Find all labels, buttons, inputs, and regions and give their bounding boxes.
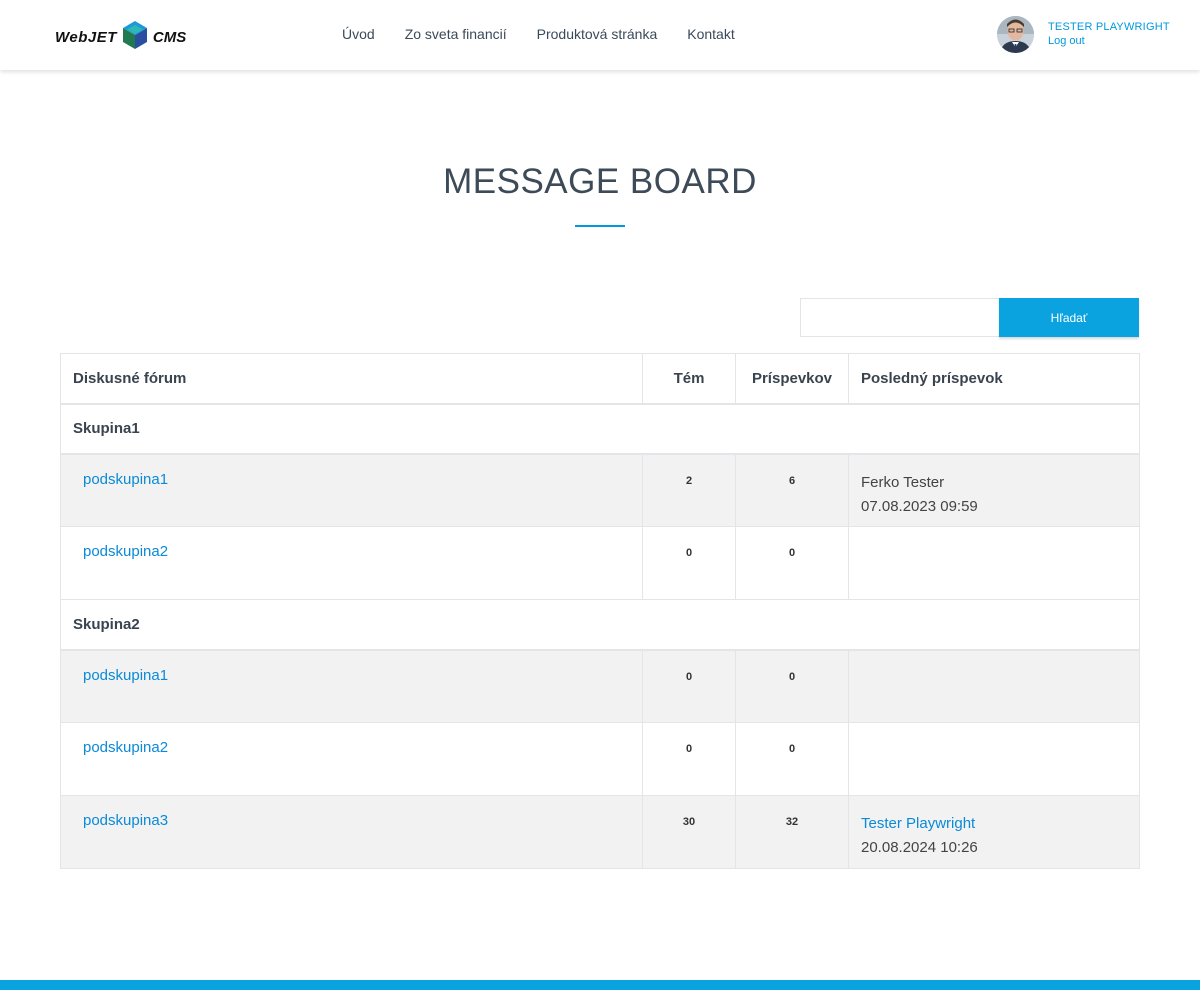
topics-count: 30 [642,795,736,869]
last-post-date: 20.08.2024 10:26 [861,839,978,856]
header-forum: Diskusné fórum [60,353,643,405]
avatar[interactable] [997,16,1034,53]
group-name: Skupina1 [60,403,1140,455]
webjet-logo[interactable]: WebJET CMS [55,20,187,54]
table-row: podskupina2 0 0 [60,722,1140,796]
search-input[interactable] [800,298,999,337]
last-post-cell [848,722,1140,796]
group-name: Skupina2 [60,599,1140,651]
topics-count: 0 [642,526,736,600]
last-post-author: Ferko Tester [861,473,945,491]
last-post-cell: Ferko Tester 07.08.2023 09:59 [848,453,1140,527]
table-row: podskupina1 2 6 Ferko Tester 07.08.2023 … [60,453,1140,527]
header-posts: Príspevkov [735,353,849,405]
table-row: podskupina2 0 0 [60,526,1140,600]
posts-count: 32 [735,795,849,869]
last-post-cell [848,649,1140,723]
forum-link[interactable]: podskupina2 [83,739,168,756]
forum-link[interactable]: podskupina2 [83,543,168,560]
logout-link[interactable]: Log out [1048,35,1170,47]
posts-count: 0 [735,526,849,600]
topics-count: 0 [642,722,736,796]
last-post-author-link[interactable]: Tester Playwright [861,812,1127,836]
last-post-cell [848,526,1140,600]
last-post-date: 07.08.2023 09:59 [861,497,978,515]
nav-kontakt[interactable]: Kontakt [687,26,734,42]
nav-produktova-stranka[interactable]: Produktová stránka [537,26,658,42]
posts-count: 0 [735,722,849,796]
user-panel: TESTER PLAYWRIGHT Log out [997,16,1170,53]
table-row: podskupina1 0 0 [60,649,1140,723]
logo-cube-icon [122,20,147,54]
nav-zo-sveta-financii[interactable]: Zo sveta financií [405,26,507,42]
user-name[interactable]: TESTER PLAYWRIGHT [1048,21,1170,33]
posts-count: 6 [735,453,849,527]
logo-text-webjet: WebJET [55,28,117,46]
logo-text-cms: CMS [152,28,187,46]
topics-count: 0 [642,649,736,723]
header-last-post: Posledný príspevok [848,353,1140,405]
forum-link[interactable]: podskupina3 [83,812,168,829]
forum-link[interactable]: podskupina1 [83,471,168,488]
nav-uvod[interactable]: Úvod [342,26,375,42]
message-board-table: Diskusné fórum Tém Príspevkov Posledný p… [60,353,1140,869]
search-button[interactable]: Hľadať [999,298,1139,337]
user-info: TESTER PLAYWRIGHT Log out [1048,16,1170,47]
table-header-row: Diskusné fórum Tém Príspevkov Posledný p… [60,353,1140,405]
forum-link[interactable]: podskupina1 [83,667,168,684]
site-header: WebJET CMS Úvod Zo sveta financií Produk… [0,0,1200,70]
main-nav: Úvod Zo sveta financií Produktová stránk… [342,26,735,42]
header-topics: Tém [642,353,736,405]
table-row: podskupina3 30 32 Tester Playwright 20.0… [60,795,1140,869]
last-post-cell: Tester Playwright 20.08.2024 10:26 [848,795,1140,869]
footer-bar [0,980,1200,990]
group-row: Skupina2 [60,599,1140,651]
page-title: MESSAGE BOARD [443,162,757,201]
group-row: Skupina1 [60,403,1140,455]
title-underline [575,225,625,227]
posts-count: 0 [735,649,849,723]
topics-count: 2 [642,453,736,527]
